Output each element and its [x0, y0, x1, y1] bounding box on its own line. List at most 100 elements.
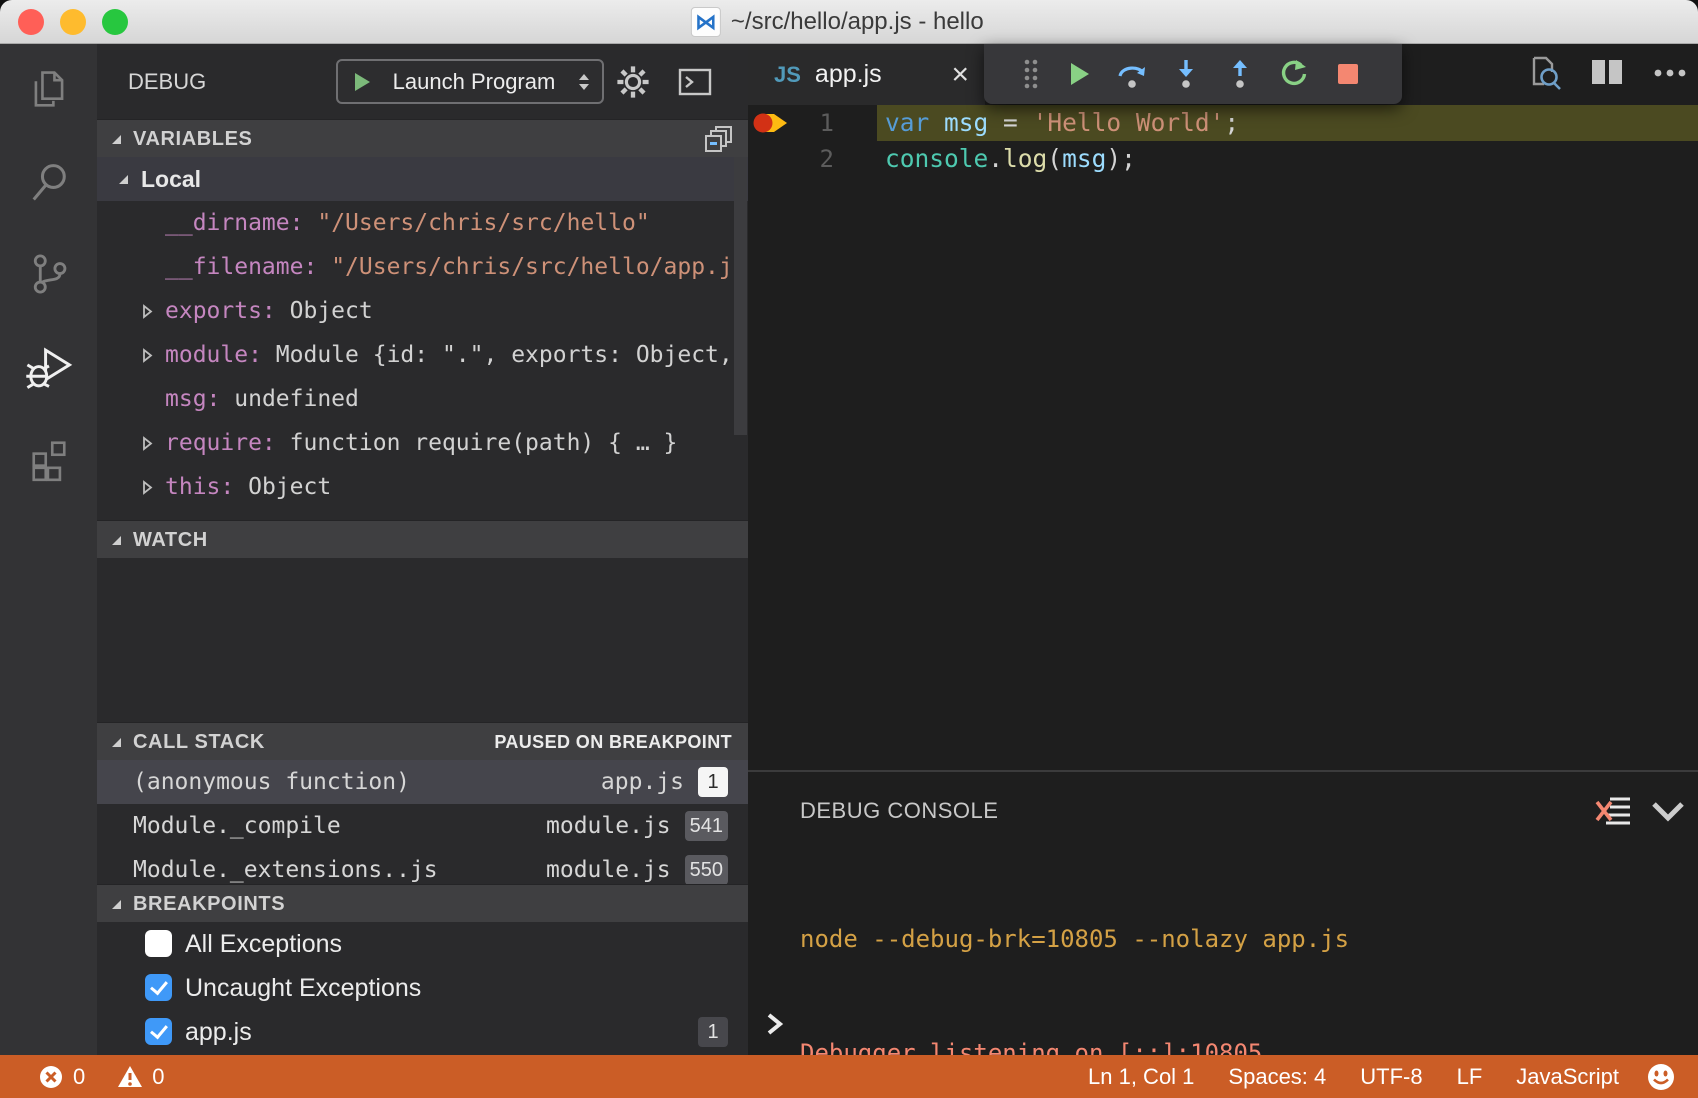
sidebar-item-extensions[interactable]: [0, 412, 97, 504]
frame-line-badge: 1: [698, 767, 728, 797]
chevron-collapsed-icon: [141, 480, 153, 495]
breakpoint-row-all-exceptions: All Exceptions: [97, 922, 748, 966]
watch-title: WATCH: [133, 529, 208, 551]
variable-row-require[interactable]: require: function require(path) { … }: [97, 421, 748, 465]
code-text: var msg = 'Hello World';: [877, 105, 1698, 141]
open-debug-console-button[interactable]: [673, 44, 717, 119]
frame-file: app.js: [601, 760, 684, 804]
sidebar-item-search[interactable]: [0, 136, 97, 228]
code-text: console.log(msg);: [877, 141, 1698, 177]
step-into-button[interactable]: [1159, 44, 1213, 104]
sidebar-item-debug[interactable]: [0, 320, 97, 412]
cursor-position[interactable]: Ln 1, Col 1: [1071, 1064, 1211, 1090]
continue-button[interactable]: [1051, 44, 1105, 104]
variables-title: VARIABLES: [133, 128, 252, 150]
variable-row-exports[interactable]: exports: Object: [97, 289, 748, 333]
chevron-down-icon: [1650, 798, 1686, 824]
debug-console-panel: DEBUG CONSOLE node --debug-brk=10805 --n…: [748, 770, 1698, 1055]
language-mode[interactable]: JavaScript: [1499, 1064, 1636, 1090]
frame-name: Module._extensions..js: [133, 857, 438, 883]
main-area: DEBUG Launch Program: [0, 44, 1698, 1055]
debug-toolbar: [984, 44, 1402, 104]
zoom-window-button[interactable]: [102, 9, 128, 35]
more-actions-button[interactable]: [1652, 66, 1688, 84]
ellipsis-icon: [1652, 67, 1688, 79]
restart-button[interactable]: [1267, 44, 1321, 104]
step-over-icon: [1115, 58, 1149, 90]
appjs-breakpoint-checkbox[interactable]: [145, 1018, 172, 1045]
tab-appjs[interactable]: JS app.js ×: [748, 44, 985, 105]
problems-indicator[interactable]: 0 0: [0, 1064, 165, 1090]
breakpoint-label: app.js: [185, 1010, 252, 1054]
console-input[interactable]: [764, 1010, 786, 1043]
variables-scope-local[interactable]: Local: [97, 157, 748, 201]
debug-console-title: DEBUG CONSOLE: [800, 798, 998, 824]
code-line-2[interactable]: 2 console.log(msg);: [748, 141, 1698, 177]
step-out-button[interactable]: [1213, 44, 1267, 104]
call-stack-section-header[interactable]: CALL STACK PAUSED ON BREAKPOINT: [97, 722, 748, 760]
breakpoints-section-header[interactable]: BREAKPOINTS: [97, 884, 748, 922]
paused-status-label: PAUSED ON BREAKPOINT: [494, 723, 732, 761]
activity-bar: [0, 44, 97, 1055]
chevron-collapsed-icon: [141, 348, 153, 363]
warning-count: 0: [152, 1064, 164, 1090]
frame-name: (anonymous function): [133, 769, 410, 795]
clear-console-button[interactable]: [1594, 792, 1634, 835]
indentation-setting[interactable]: Spaces: 4: [1211, 1064, 1343, 1090]
smiley-icon: [1646, 1062, 1676, 1092]
toolbar-drag-handle[interactable]: [1011, 44, 1051, 104]
error-count: 0: [73, 1064, 85, 1090]
search-icon: [25, 158, 73, 206]
variables-section-header[interactable]: VARIABLES: [97, 119, 748, 157]
configure-launch-button[interactable]: [611, 44, 655, 119]
watch-section-header[interactable]: WATCH: [97, 520, 748, 558]
sidebar-scrollbar[interactable]: [734, 157, 747, 435]
variable-row-module[interactable]: module: Module {id: ".", exports: Object…: [97, 333, 748, 377]
minimize-window-button[interactable]: [60, 9, 86, 35]
close-tab-icon[interactable]: ×: [951, 60, 969, 90]
stack-frame-module-compile[interactable]: Module._compile module.js 541: [97, 804, 748, 848]
breakpoint-gutter[interactable]: [748, 141, 782, 177]
editor-area: JS app.js ×: [748, 44, 1698, 1055]
breakpoint-label: All Exceptions: [185, 922, 342, 966]
line-number: 1: [782, 105, 834, 141]
feedback-button[interactable]: [1636, 1062, 1698, 1092]
split-editor-button[interactable]: [1588, 55, 1626, 94]
debug-sidebar-header: DEBUG Launch Program: [97, 44, 748, 119]
vscode-app-icon: ⋈: [691, 7, 721, 37]
clear-console-icon: [1594, 792, 1634, 830]
stack-frame-anonymous[interactable]: (anonymous function) app.js 1: [97, 760, 748, 804]
step-over-button[interactable]: [1105, 44, 1159, 104]
launch-configuration-dropdown[interactable]: Launch Program: [336, 59, 604, 104]
window-title: ~/src/hello/app.js - hello: [731, 8, 984, 36]
close-window-button[interactable]: [18, 9, 44, 35]
chevron-expanded-icon: [110, 898, 123, 911]
all-exceptions-checkbox[interactable]: [145, 930, 172, 957]
sidebar-item-explorer[interactable]: [0, 44, 97, 136]
variable-row-msg[interactable]: msg: undefined: [97, 377, 748, 421]
titlebar: ⋈ ~/src/hello/app.js - hello: [0, 0, 1698, 44]
find-in-file-button[interactable]: [1524, 53, 1562, 96]
breakpoint-gutter[interactable]: [748, 105, 782, 141]
debug-icon: [24, 341, 74, 391]
variable-row-filename[interactable]: __filename: "/Users/chris/src/hello/app.…: [97, 245, 748, 289]
error-icon: [38, 1064, 64, 1090]
git-branch-icon: [25, 250, 73, 298]
variable-row-dirname[interactable]: __dirname: "/Users/chris/src/hello": [97, 201, 748, 245]
breakpoint-row-uncaught-exceptions: Uncaught Exceptions: [97, 966, 748, 1010]
find-icon: [1524, 53, 1562, 91]
sidebar-item-source-control[interactable]: [0, 228, 97, 320]
code-line-1[interactable]: 1 var msg = 'Hello World';: [748, 105, 1698, 141]
chevron-collapsed-icon: [141, 304, 153, 319]
collapse-panel-button[interactable]: [1650, 798, 1686, 829]
encoding-setting[interactable]: UTF-8: [1343, 1064, 1439, 1090]
stop-button[interactable]: [1321, 44, 1375, 104]
eol-setting[interactable]: LF: [1440, 1064, 1500, 1090]
variable-row-this[interactable]: this: Object: [97, 465, 748, 509]
breakpoint-row-appjs: app.js 1: [97, 1010, 748, 1054]
extensions-icon: [25, 434, 73, 482]
chevron-expanded-icon: [110, 133, 123, 146]
uncaught-exceptions-checkbox[interactable]: [145, 974, 172, 1001]
explorer-icon: [25, 66, 73, 114]
chevron-expanded-icon: [110, 534, 123, 547]
